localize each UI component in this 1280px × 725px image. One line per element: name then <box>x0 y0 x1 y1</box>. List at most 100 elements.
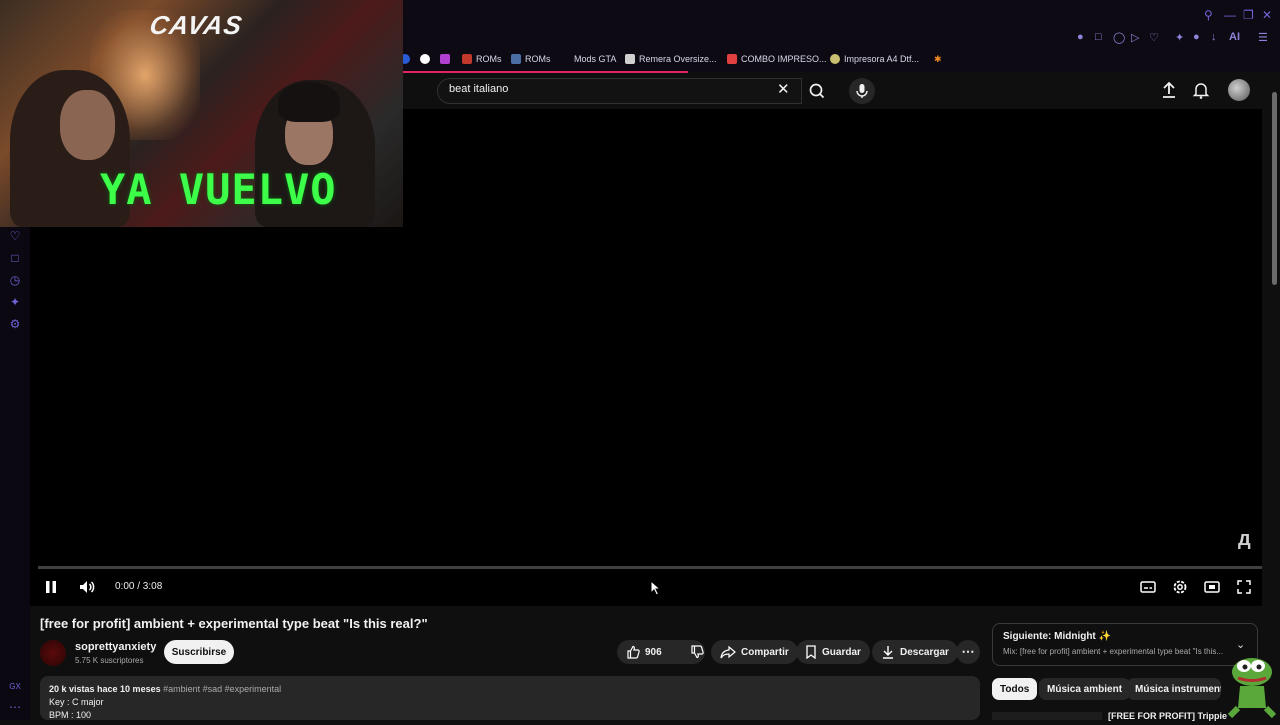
favorites-icon[interactable]: ♡ <box>8 229 22 243</box>
close-window-icon[interactable]: ✕ <box>1262 8 1272 22</box>
settings-button[interactable] <box>1171 578 1189 601</box>
subscriber-count: 5.75 K suscriptores <box>75 656 144 665</box>
bookmark-star-icon[interactable]: ✱ <box>934 52 942 66</box>
more-sidebar-icon[interactable]: ⋯ <box>8 700 22 714</box>
restore-icon[interactable]: ❐ <box>1243 8 1254 22</box>
microphone-icon <box>856 84 868 98</box>
settings-icon[interactable]: ⚙ <box>8 317 22 331</box>
subtitles-icon <box>1140 581 1156 593</box>
dislike-button[interactable] <box>681 640 713 664</box>
notifications-button[interactable] <box>1192 81 1210 104</box>
snapshot-icon[interactable]: □ <box>1095 31 1102 43</box>
search-query: beat italiano <box>449 83 509 95</box>
pause-icon <box>46 581 56 593</box>
video-progress-bar[interactable] <box>38 566 1262 569</box>
account-avatar[interactable] <box>1228 79 1250 101</box>
channel-avatar[interactable] <box>40 640 66 666</box>
heart-icon[interactable]: ♡ <box>1149 31 1159 44</box>
video-time: 0:00 / 3:08 <box>115 581 163 592</box>
bookmark-impresora[interactable]: Impresora A4 Dtf... <box>830 52 919 66</box>
mouse-cursor-icon <box>650 579 662 601</box>
search-icon[interactable]: ⚲ <box>1204 8 1213 22</box>
up-next-title: Siguiente: Midnight ✨ <box>1003 631 1111 642</box>
shield-icon[interactable]: ◯ <box>1113 31 1125 44</box>
gx-label: GX <box>9 682 21 691</box>
menu-icon[interactable]: ☰ <box>1258 31 1268 44</box>
download-icon[interactable]: ↓ <box>1211 31 1217 43</box>
voice-search-button[interactable] <box>849 78 875 104</box>
bookmark-remera[interactable]: Remera Oversize... <box>625 52 717 66</box>
extensions-icon[interactable]: ✦ <box>1175 31 1184 44</box>
upload-icon <box>1163 81 1175 98</box>
magnifier-icon <box>809 83 825 99</box>
roms-favicon <box>511 54 521 64</box>
history-icon[interactable]: ◷ <box>8 273 22 287</box>
theater-mode-button[interactable] <box>1203 578 1221 601</box>
stream-logo: CAVAS <box>147 10 245 40</box>
search-button[interactable] <box>802 78 832 104</box>
page-scrollbar[interactable] <box>1272 92 1277 285</box>
subscribe-button[interactable]: Suscribirse <box>164 640 234 664</box>
share-label: Compartir <box>741 646 789 658</box>
roms-favicon <box>462 54 472 64</box>
like-dislike-group: 906 <box>617 640 705 664</box>
profile-icon[interactable]: ● <box>1193 31 1200 43</box>
combo-favicon <box>727 54 737 64</box>
hashtags[interactable]: #ambient #sad #experimental <box>163 684 281 694</box>
bookmark-combo[interactable]: COMBO IMPRESO... <box>727 52 827 66</box>
minimize-icon[interactable]: — <box>1224 8 1236 22</box>
chip-musica-instrumental[interactable]: Música instrumental <box>1127 678 1221 700</box>
channel-watermark-icon[interactable]: д <box>1238 528 1251 551</box>
fullscreen-icon <box>1237 580 1251 594</box>
bookmark-mods-gta[interactable]: Mods GTA <box>574 52 616 66</box>
webcam-face-left <box>60 90 115 160</box>
channel-name[interactable]: soprettyanxiety <box>75 641 156 653</box>
pepe-sticker-image <box>1216 650 1280 720</box>
bookmark-roms-2[interactable]: ROMs <box>511 52 551 66</box>
upload-button[interactable] <box>1160 81 1178 104</box>
extensions-sidebar-icon[interactable]: ✦ <box>8 295 22 309</box>
description-box[interactable]: 20 k vistas hace 10 meses #ambient #sad … <box>40 676 980 720</box>
download-label: Descargar <box>900 646 949 658</box>
bell-icon <box>1192 83 1210 99</box>
like-count: 906 <box>645 646 662 658</box>
download-arrow-icon <box>883 646 893 659</box>
description-meta-row: 20 k vistas hace 10 meses #ambient #sad … <box>49 683 971 696</box>
impresora-favicon <box>830 54 840 64</box>
ai-button[interactable]: AI <box>1229 31 1240 43</box>
webcam-hair-right <box>278 82 340 122</box>
recommendation-thumbnail[interactable] <box>992 712 1102 720</box>
share-icon <box>720 645 736 659</box>
volume-button[interactable] <box>78 578 96 601</box>
subtitles-button[interactable] <box>1139 578 1157 601</box>
like-button[interactable]: 906 <box>617 640 671 664</box>
download-button[interactable]: Descargar <box>872 640 958 664</box>
view-count-date: 20 k vistas hace 10 meses <box>49 684 161 694</box>
bookmark-icon-3[interactable] <box>440 52 450 66</box>
volume-icon <box>80 581 95 593</box>
bookmark-icon-2[interactable] <box>420 52 430 66</box>
video-title: [free for profit] ambient + experimental… <box>40 616 428 631</box>
save-label: Guardar <box>822 646 861 658</box>
save-button[interactable]: Guardar <box>796 640 870 664</box>
bookmark-roms-1[interactable]: ROMs <box>462 52 502 66</box>
bookmark-save-icon <box>806 645 816 659</box>
chip-todos[interactable]: Todos <box>992 678 1038 700</box>
share-button[interactable]: Compartir <box>711 640 798 664</box>
pin-icon[interactable]: ● <box>1077 31 1084 43</box>
frog-icon <box>1227 658 1277 719</box>
overlay-message: YA VUELVO <box>100 165 337 214</box>
theater-icon <box>1204 581 1220 593</box>
description-line-bpm: BPM : 100 <box>49 710 92 720</box>
pause-button[interactable] <box>44 578 58 601</box>
play-icon[interactable]: ▷ <box>1131 31 1139 44</box>
clear-search-icon[interactable]: ✕ <box>777 80 790 98</box>
fullscreen-button[interactable] <box>1235 578 1253 601</box>
more-actions-button[interactable]: ⋯ <box>956 640 980 664</box>
description-line-key: Key : C major <box>49 697 104 707</box>
chip-musica-ambient[interactable]: Música ambient <box>1039 678 1131 700</box>
thumbs-up-icon <box>627 645 640 659</box>
thumbs-down-icon <box>691 645 704 659</box>
up-next-subtitle: Mix: [free for profit] ambient + experim… <box>1003 647 1224 656</box>
pin-sidebar-icon[interactable]: □ <box>8 251 22 265</box>
